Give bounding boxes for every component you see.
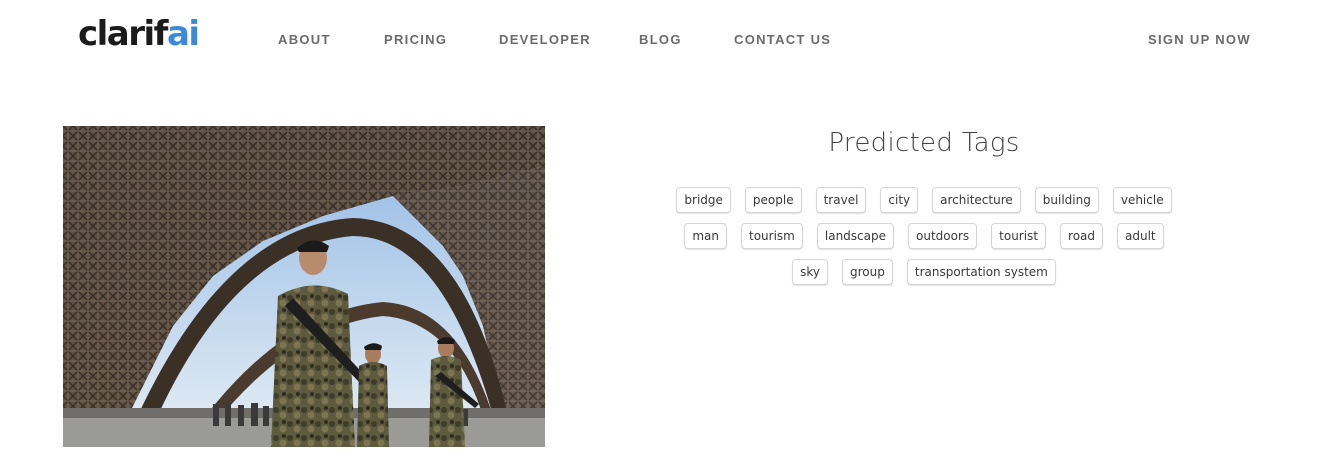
clarifai-logo[interactable]: clarifai (78, 14, 200, 54)
tag-city[interactable]: city (880, 187, 919, 213)
logo-text-dark: clarif (78, 14, 168, 54)
tag-group[interactable]: group (842, 259, 893, 285)
logo-text-accent: ai (166, 14, 200, 54)
tag-row: man tourism landscape outdoors tourist r… (660, 223, 1188, 249)
site-header: clarifai ABOUT PRICING DEVELOPER BLOG CO… (0, 0, 1322, 80)
tag-transportation-system[interactable]: transportation system (906, 259, 1056, 285)
tag-row: bridge people travel city architecture b… (660, 187, 1188, 213)
tag-adult[interactable]: adult (1117, 223, 1164, 249)
analyzed-photo (63, 126, 545, 447)
tag-architecture[interactable]: architecture (932, 187, 1021, 213)
tag-travel[interactable]: travel (815, 187, 867, 213)
nav-pricing-link[interactable]: PRICING (384, 32, 447, 48)
predicted-tags-title: Predicted Tags (828, 128, 1020, 158)
tag-road[interactable]: road (1060, 223, 1104, 249)
tag-sky[interactable]: sky (792, 259, 829, 285)
tag-outdoors[interactable]: outdoors (908, 223, 978, 249)
tag-people[interactable]: people (744, 187, 802, 213)
sign-up-link[interactable]: SIGN UP NOW (1148, 32, 1251, 48)
tag-landscape[interactable]: landscape (816, 223, 894, 249)
tag-tourist[interactable]: tourist (991, 223, 1047, 249)
tag-vehicle[interactable]: vehicle (1112, 187, 1172, 213)
nav-about-link[interactable]: ABOUT (278, 32, 331, 48)
nav-contact-link[interactable]: CONTACT US (734, 32, 831, 48)
tag-row: sky group transportation system (660, 259, 1188, 285)
predicted-tags-list: bridge people travel city architecture b… (660, 187, 1188, 295)
tag-building[interactable]: building (1034, 187, 1099, 213)
nav-developer-link[interactable]: DEVELOPER (499, 32, 591, 48)
tag-bridge[interactable]: bridge (676, 187, 731, 213)
tag-tourism[interactable]: tourism (741, 223, 803, 249)
tag-man[interactable]: man (684, 223, 727, 249)
nav-blog-link[interactable]: BLOG (639, 32, 682, 48)
